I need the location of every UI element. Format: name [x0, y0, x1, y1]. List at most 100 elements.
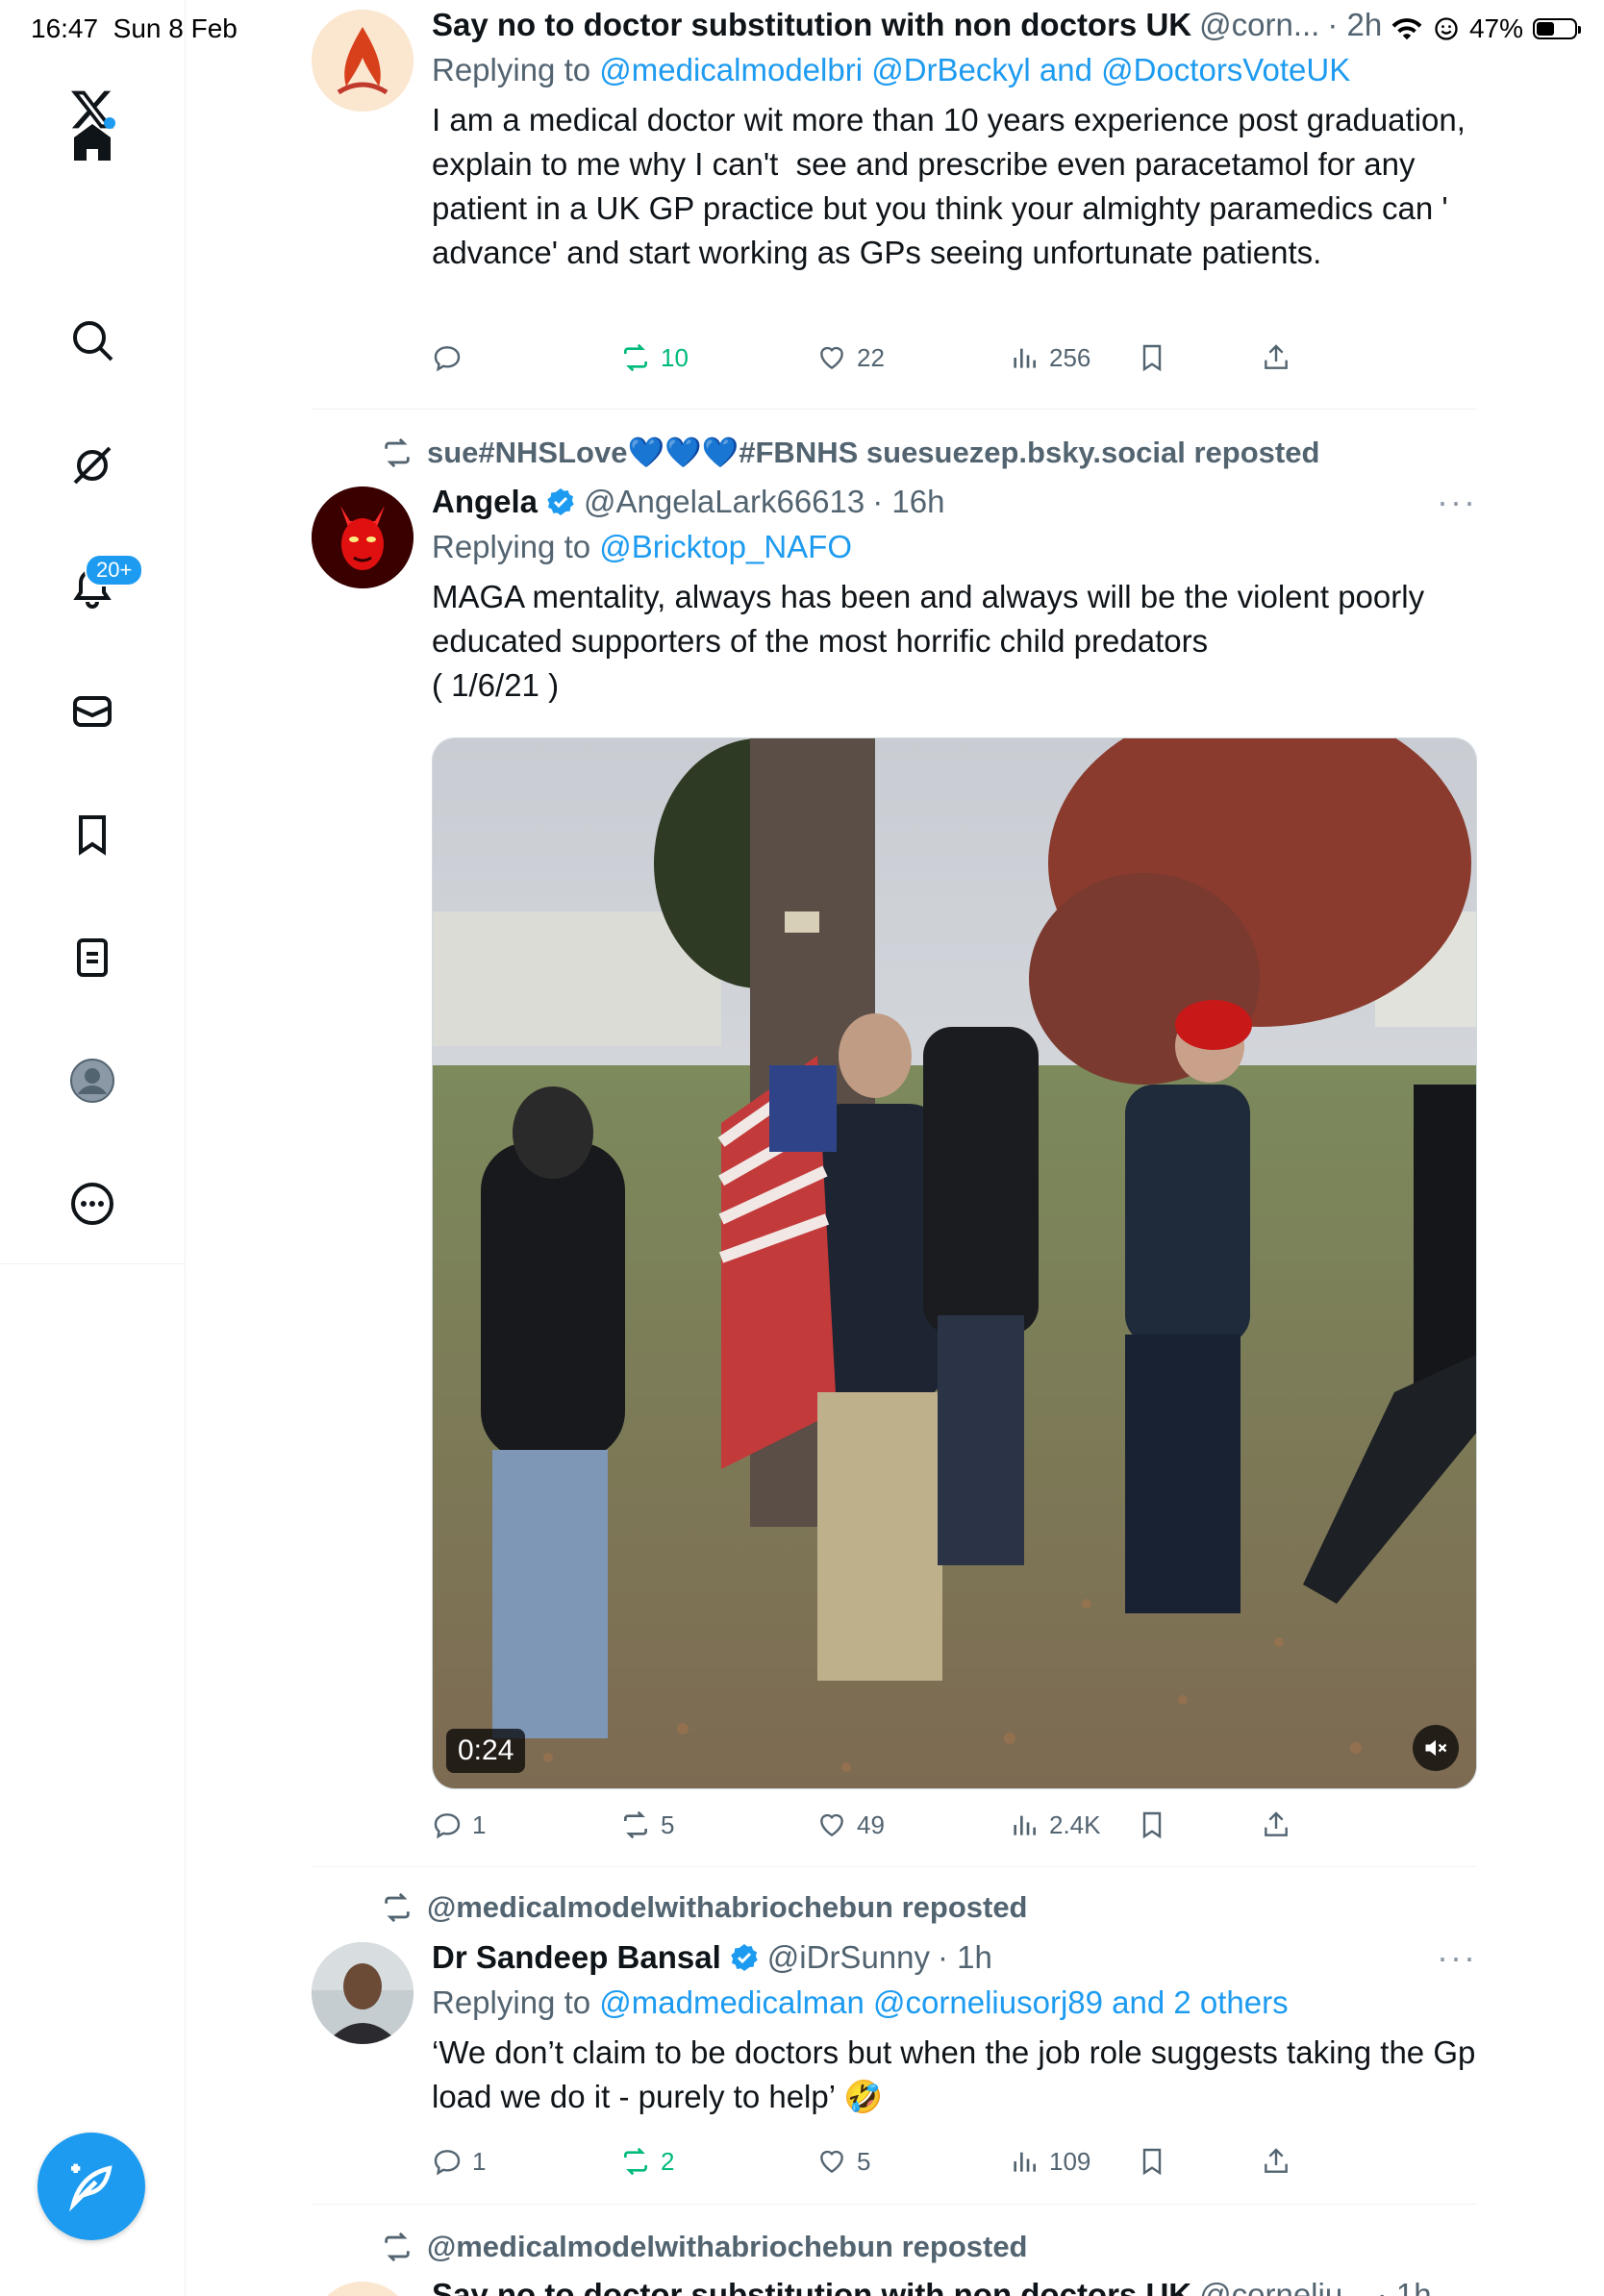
retweet-button[interactable]: 10 — [620, 342, 689, 373]
heart-icon — [820, 1813, 843, 1837]
video-thumbnail — [433, 738, 1476, 1788]
views-icon — [1014, 348, 1036, 368]
heart-icon — [820, 2150, 843, 2174]
replying-to-link[interactable]: @madmedicalman @corneliusorj89 and 2 oth… — [599, 1984, 1288, 2020]
share-button[interactable] — [1261, 1809, 1291, 1840]
tweet-time[interactable]: · 16h — [872, 484, 944, 520]
avatar[interactable] — [312, 1942, 414, 2044]
retweet-icon — [624, 343, 647, 372]
sidebar-item-bookmarks[interactable] — [54, 796, 131, 873]
notifications-badge: 20+ — [85, 554, 144, 586]
reply-icon — [434, 346, 461, 372]
tweet-time[interactable]: · 2h — [1327, 7, 1382, 43]
sidebar-item-search[interactable] — [54, 302, 131, 379]
bookmark-button[interactable] — [1137, 342, 1167, 373]
reply-button[interactable] — [432, 342, 472, 373]
sidebar: 20+ — [0, 0, 186, 2296]
share-button[interactable] — [1261, 342, 1291, 373]
mail-icon — [73, 696, 112, 727]
reposted-by[interactable]: @medicalmodelwithabriochebun reposted — [381, 2230, 1028, 2264]
reposted-by[interactable]: sue#NHSLove💙💙💙#FBNHS suesuezep.bsky.soci… — [381, 435, 1319, 470]
bookmark-icon — [79, 815, 106, 856]
battery-icon — [1533, 18, 1581, 39]
search-icon — [73, 321, 113, 362]
like-button[interactable]: 5 — [816, 2146, 870, 2177]
compose-icon — [69, 2163, 113, 2212]
avatar-icon — [70, 1059, 114, 1103]
tweet-time[interactable]: · 1h — [1377, 2277, 1432, 2296]
repost-icon — [385, 2232, 410, 2262]
retweet-button[interactable]: 2 — [620, 2146, 674, 2177]
bookmark-button[interactable] — [1137, 2146, 1167, 2177]
author-handle[interactable]: @corn... — [1199, 7, 1319, 43]
replying-to-link[interactable]: @Bricktop_NAFO — [599, 529, 852, 564]
like-button[interactable]: 22 — [816, 342, 885, 373]
sidebar-item-more[interactable] — [54, 1165, 131, 1242]
repost-icon — [385, 437, 410, 467]
sidebar-item-home[interactable] — [54, 104, 131, 181]
like-button[interactable]: 49 — [816, 1809, 885, 1840]
author-handle[interactable]: @AngelaLark66613 — [584, 484, 865, 520]
tweet-actions: 10 22 256 — [432, 342, 1393, 385]
views-icon — [1014, 2152, 1036, 2172]
replying-to: Replying to @Bricktop_NAFO — [432, 529, 852, 564]
author-name[interactable]: Angela — [432, 484, 538, 520]
retweet-count: 10 — [661, 342, 689, 372]
share-icon — [1265, 2148, 1288, 2173]
sidebar-item-notifications[interactable]: 20+ — [54, 550, 144, 627]
sidebar-divider — [0, 1263, 185, 1264]
bookmark-button[interactable] — [1137, 1809, 1167, 1840]
grok-icon — [73, 446, 112, 485]
reposted-by[interactable]: @medicalmodelwithabriochebun reposted — [381, 1890, 1028, 1925]
views-button[interactable]: 256 — [1009, 342, 1090, 373]
author-name[interactable]: Say no to doctor substitution with non d… — [432, 2277, 1191, 2296]
tweet-actions: 1 2 5 109 — [432, 2146, 1393, 2188]
retweet-count: 5 — [661, 1809, 675, 1839]
sidebar-item-profile[interactable] — [54, 1042, 131, 1119]
heart-icon — [820, 346, 843, 370]
reply-icon — [434, 1813, 461, 1839]
tweet-actions: 1 5 49 2.4K — [432, 1809, 1393, 1852]
more-options-icon[interactable]: ··· — [1437, 1937, 1477, 1978]
replying-to-link[interactable]: @medicalmodelbri @DrBeckyl and @DoctorsV… — [599, 52, 1350, 87]
tweet-header: Dr Sandeep Bansal @iDrSunny · 1h ··· — [432, 1936, 1477, 1979]
reply-button[interactable]: 1 — [432, 2146, 486, 2177]
more-options-icon[interactable]: ··· — [1437, 482, 1477, 522]
avatar[interactable] — [312, 487, 414, 588]
list-icon — [77, 938, 108, 977]
avatar[interactable] — [312, 2282, 414, 2296]
views-count: 109 — [1049, 2146, 1091, 2176]
bookmark-icon — [1142, 1811, 1162, 1839]
retweet-icon — [624, 1810, 647, 1839]
author-handle[interactable]: @iDrSunny — [767, 1939, 930, 1976]
author-name[interactable]: Say no to doctor substitution with non d… — [432, 7, 1191, 43]
tweet[interactable]: @medicalmodelwithabriochebun reposted Sa… — [312, 2205, 1477, 2296]
battery-percent: 47% — [1468, 13, 1523, 43]
tweet-time[interactable]: · 1h — [938, 1939, 992, 1976]
bookmark-icon — [1142, 2148, 1162, 2176]
author-handle[interactable]: @corneliu... — [1199, 2277, 1369, 2296]
mute-button[interactable] — [1413, 1725, 1459, 1771]
author-name[interactable]: Dr Sandeep Bansal — [432, 1939, 721, 1976]
like-count: 22 — [857, 342, 885, 372]
tweet-divider — [312, 1866, 1477, 1867]
share-icon — [1265, 1811, 1288, 1836]
tweet-header: Angela @AngelaLark66613 · 16h ··· — [432, 481, 1477, 523]
sidebar-item-lists[interactable] — [54, 919, 131, 996]
views-button[interactable]: 109 — [1009, 2146, 1090, 2177]
avatar[interactable] — [312, 10, 414, 112]
speaker-muted-icon — [1425, 1739, 1447, 1757]
retweet-button[interactable]: 5 — [620, 1809, 674, 1840]
views-icon — [1014, 1815, 1036, 1835]
video-duration: 0:24 — [446, 1729, 526, 1773]
views-button[interactable]: 2.4K — [1009, 1809, 1101, 1840]
sidebar-item-grok[interactable] — [54, 427, 131, 504]
tweet-header: Say no to doctor substitution with non d… — [432, 2274, 1477, 2296]
share-button[interactable] — [1261, 2146, 1291, 2177]
compose-button[interactable] — [38, 2133, 145, 2240]
sidebar-item-messages[interactable] — [54, 673, 131, 750]
video-player[interactable]: 0:24 — [432, 737, 1477, 1789]
home-unread-dot — [104, 117, 115, 129]
tweet-text: ‘We don’t claim to be doctors but when t… — [432, 2034, 1485, 2114]
reply-button[interactable]: 1 — [432, 1809, 486, 1840]
